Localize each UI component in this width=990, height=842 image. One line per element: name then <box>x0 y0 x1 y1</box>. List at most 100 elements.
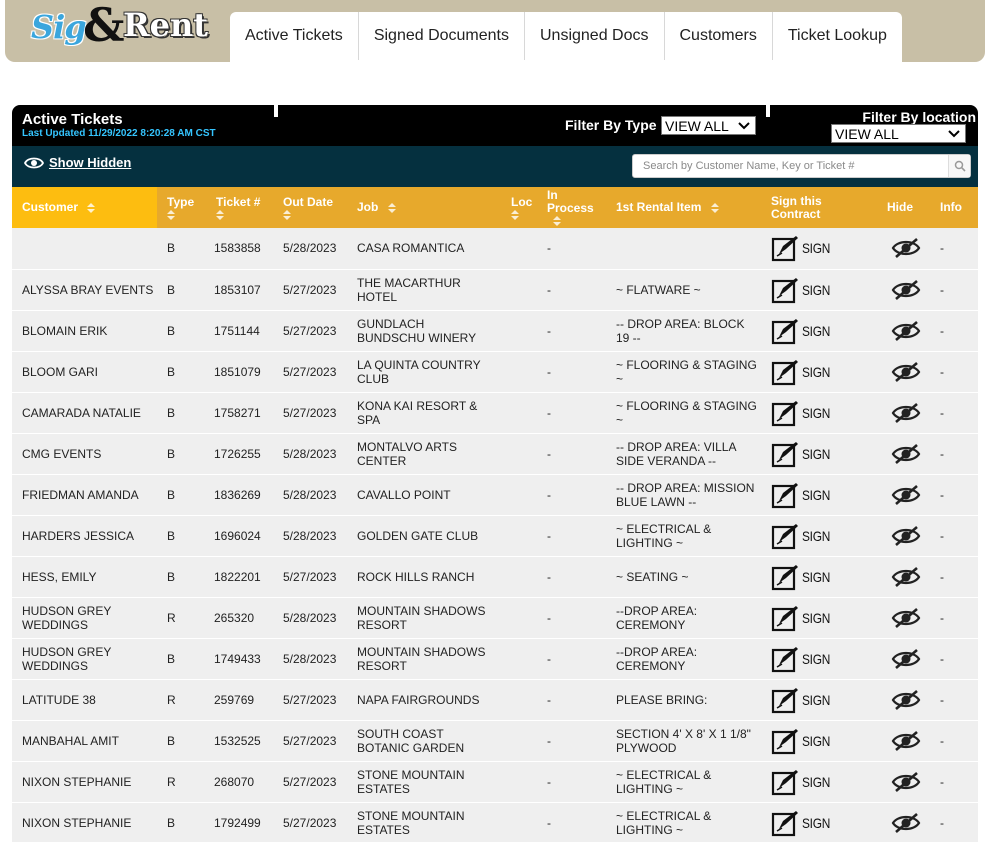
eye-slash-icon <box>891 689 921 710</box>
table-row[interactable]: NIXON STEPHANIE R 268070 5/27/2023 STONE MOU… <box>12 761 978 803</box>
sort-icon <box>511 209 519 220</box>
sign-contract-button[interactable]: SIGN <box>771 358 873 386</box>
table-row[interactable]: FRIEDMAN AMANDA B 1836269 5/28/2023 CAVALLO … <box>12 474 978 516</box>
cell-customer: HUDSON GREY WEDDINGS <box>12 638 157 680</box>
sign-contract-button[interactable]: SIGN <box>771 317 873 345</box>
sign-contract-button[interactable]: SIGN <box>771 399 873 427</box>
column-header-in-process[interactable]: In Process <box>537 187 606 228</box>
sign-contract-button[interactable]: SIGN <box>771 563 873 591</box>
show-hidden-link[interactable]: Show Hidden <box>24 155 131 170</box>
eye-slash-icon <box>891 648 921 669</box>
cell-ticket-number: 1696024 <box>206 515 273 557</box>
cell-job: NAPA FAIRGROUNDS <box>347 679 501 721</box>
hide-ticket-button[interactable] <box>887 237 930 259</box>
cell-ticket-number: 259769 <box>206 679 273 721</box>
filter-type-select[interactable]: VIEW ALL <box>661 116 756 135</box>
sign-contract-button[interactable]: SIGN <box>771 276 873 304</box>
column-header-label: 1st Rental Item <box>616 200 702 214</box>
hide-ticket-button[interactable] <box>887 812 930 834</box>
column-header-loc[interactable]: Loc <box>501 187 537 228</box>
cell-job: THE MACARTHUR HOTEL <box>347 269 501 311</box>
table-row[interactable]: ALYSSA BRAY EVENTS B 1853107 5/27/2023 THE M… <box>12 269 978 311</box>
table-row[interactable]: HARDERS JESSICA B 1696024 5/28/2023 GOLDEN G… <box>12 515 978 557</box>
table-row[interactable]: BLOMAIN ERIK B 1751144 5/27/2023 GUNDLACH BU… <box>12 310 978 352</box>
column-header-out-date[interactable]: Out Date <box>273 187 347 228</box>
hide-ticket-button[interactable] <box>887 771 930 793</box>
cell-hide <box>873 228 930 270</box>
tab-unsigned-docs[interactable]: Unsigned Docs <box>525 12 665 60</box>
search-box <box>632 154 971 178</box>
hide-ticket-button[interactable] <box>887 525 930 547</box>
cell-sign: SIGN <box>761 433 873 475</box>
hide-ticket-button[interactable] <box>887 484 930 506</box>
table-row[interactable]: LATITUDE 38 R 259769 5/27/2023 NAPA FAIRGROU… <box>12 679 978 721</box>
cell-loc <box>501 269 537 311</box>
active-tickets-table: Customer Type Ticket # Out Date Job Loc <box>12 187 978 842</box>
column-header-customer[interactable]: Customer <box>12 187 157 228</box>
table-row[interactable]: BLOOM GARI B 1851079 5/27/2023 LA QUINTA COU… <box>12 351 978 393</box>
cell-info: - <box>930 433 978 475</box>
hide-ticket-button[interactable] <box>887 320 930 342</box>
cell-loc <box>501 720 537 762</box>
sign-contract-button[interactable]: SIGN <box>771 809 873 837</box>
table-row[interactable]: B 1583858 5/28/2023 CASA ROMANTICA - SIGN - <box>12 228 978 270</box>
column-header-rental-item[interactable]: 1st Rental Item <box>606 187 761 228</box>
sign-contract-button[interactable]: SIGN <box>771 645 873 673</box>
cell-job: LA QUINTA COUNTRY CLUB <box>347 351 501 393</box>
hide-ticket-button[interactable] <box>887 648 930 670</box>
table-toolbar: Show Hidden <box>12 146 978 187</box>
cell-ticket-number: 1758271 <box>206 392 273 434</box>
column-header-job[interactable]: Job <box>347 187 501 228</box>
cell-customer <box>12 228 157 270</box>
header-divider <box>766 105 770 117</box>
sig-and-rent-logo[interactable]: Sig & Rent <box>31 0 208 52</box>
sign-contract-button[interactable]: SIGN <box>771 768 873 796</box>
column-header-ticket[interactable]: Ticket # <box>206 187 273 228</box>
table-row[interactable]: HUDSON GREY WEDDINGS R 265320 5/28/2023 MOUN… <box>12 597 978 639</box>
hide-ticket-button[interactable] <box>887 279 930 301</box>
tab-active-tickets[interactable]: Active Tickets <box>230 12 359 60</box>
sign-contract-button[interactable]: SIGN <box>771 522 873 550</box>
cell-sign: SIGN <box>761 351 873 393</box>
sign-contract-button[interactable]: SIGN <box>771 481 873 509</box>
sign-pen-icon <box>771 564 798 590</box>
cell-sign: SIGN <box>761 638 873 680</box>
tab-ticket-lookup[interactable]: Ticket Lookup <box>773 12 902 60</box>
table-row[interactable]: NIXON STEPHANIE B 1792499 5/27/2023 STONE MO… <box>12 802 978 842</box>
tab-signed-documents[interactable]: Signed Documents <box>359 12 525 60</box>
column-header-type[interactable]: Type <box>157 187 206 228</box>
search-button[interactable] <box>948 155 970 177</box>
cell-info: - <box>930 310 978 352</box>
table-row[interactable]: CAMARADA NATALIE B 1758271 5/27/2023 KONA KA… <box>12 392 978 434</box>
cell-out-date: 5/27/2023 <box>273 351 347 393</box>
hide-ticket-button[interactable] <box>887 730 930 752</box>
sign-contract-button[interactable]: SIGN <box>771 234 873 262</box>
table-row[interactable]: MANBAHAL AMIT B 1532525 5/27/2023 SOUTH COAS… <box>12 720 978 762</box>
cell-customer: BLOOM GARI <box>12 351 157 393</box>
table-row[interactable]: HUDSON GREY WEDDINGS B 1749433 5/28/2023 MOU… <box>12 638 978 680</box>
sign-label: SIGN <box>802 486 831 503</box>
table-row[interactable]: HESS, EMILY B 1822201 5/27/2023 ROCK HILLS R… <box>12 556 978 598</box>
filter-location-select[interactable]: VIEW ALL <box>831 124 966 143</box>
hide-ticket-button[interactable] <box>887 607 930 629</box>
hide-ticket-button[interactable] <box>887 402 930 424</box>
sign-contract-button[interactable]: SIGN <box>771 440 873 468</box>
sign-label: SIGN <box>802 691 831 708</box>
tab-customers[interactable]: Customers <box>665 12 773 60</box>
cell-customer: LATITUDE 38 <box>12 679 157 721</box>
cell-hide <box>873 474 930 516</box>
search-input[interactable] <box>633 155 943 177</box>
hide-ticket-button[interactable] <box>887 689 930 711</box>
sign-contract-button[interactable]: SIGN <box>771 727 873 755</box>
cell-out-date: 5/27/2023 <box>273 720 347 762</box>
sign-contract-button[interactable]: SIGN <box>771 604 873 632</box>
hide-ticket-button[interactable] <box>887 361 930 383</box>
sign-contract-button[interactable]: SIGN <box>771 686 873 714</box>
cell-loc <box>501 433 537 475</box>
column-header-label: Job <box>357 200 379 214</box>
cell-hide <box>873 720 930 762</box>
table-row[interactable]: CMG EVENTS B 1726255 5/28/2023 MONTALVO ARTS… <box>12 433 978 475</box>
eye-slash-icon <box>891 566 921 587</box>
hide-ticket-button[interactable] <box>887 443 930 465</box>
hide-ticket-button[interactable] <box>887 566 930 588</box>
